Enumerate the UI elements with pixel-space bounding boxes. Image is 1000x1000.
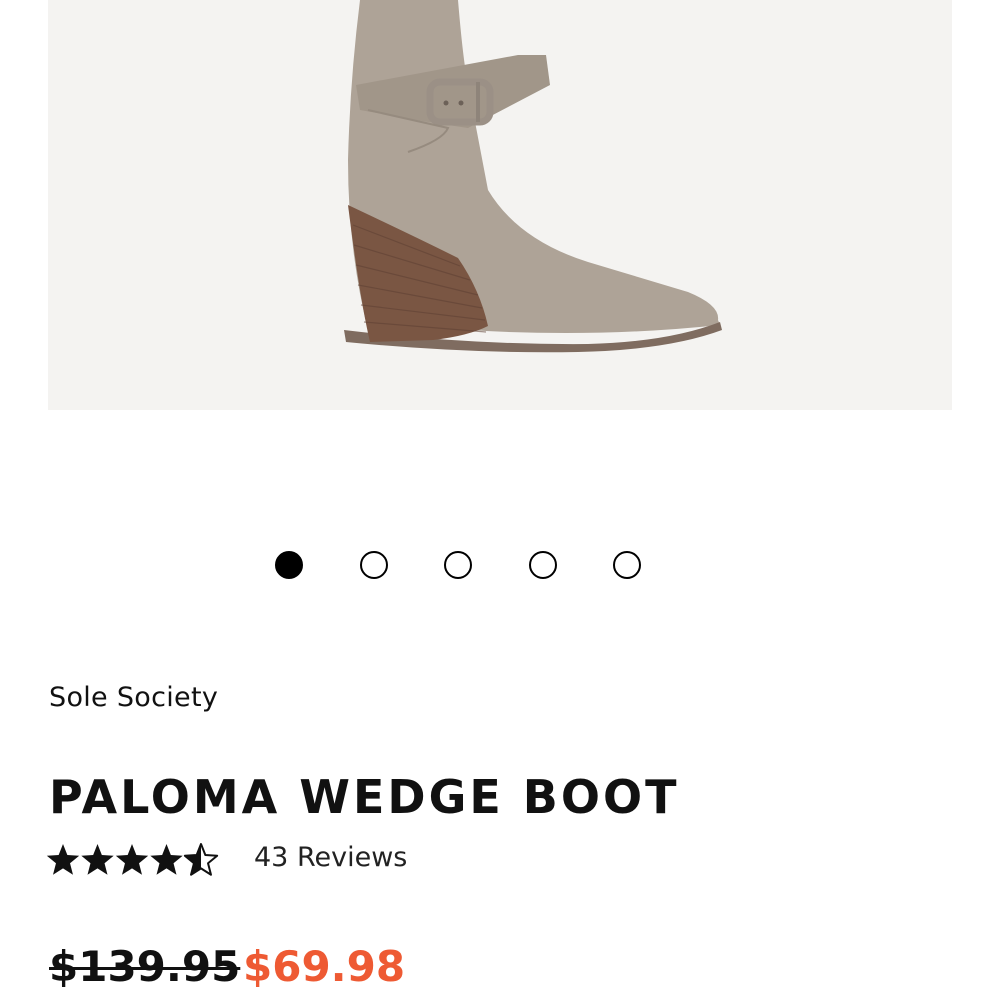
rating-row[interactable]: 43 Reviews [46,840,646,880]
product-title: PALOMA WEDGE BOOT [49,770,680,824]
star-icon [46,844,80,875]
star-icon [115,844,149,875]
product-image[interactable] [48,0,952,410]
star-rating [46,843,219,876]
carousel-dot-5[interactable] [613,551,641,579]
star-icon [81,844,114,875]
carousel-dot-4[interactable] [528,551,557,579]
carousel-dot-3[interactable] [444,551,472,579]
original-price: $139.95 [49,942,241,991]
price-row: $139.95 $69.98 [49,942,749,1000]
carousel-pagination [0,551,1000,585]
boot-illustration [344,0,722,353]
carousel-dot-1[interactable] [275,551,303,579]
carousel-dot-2[interactable] [359,551,388,579]
star-icon [150,844,183,875]
reviews-link[interactable]: 43 Reviews [254,842,407,873]
product-page: Sole Society PALOMA WEDGE BOOT 43 Review… [0,0,1000,1000]
sale-price: $69.98 [243,942,406,991]
star-icon [183,843,219,876]
brand-name[interactable]: Sole Society [49,682,218,713]
